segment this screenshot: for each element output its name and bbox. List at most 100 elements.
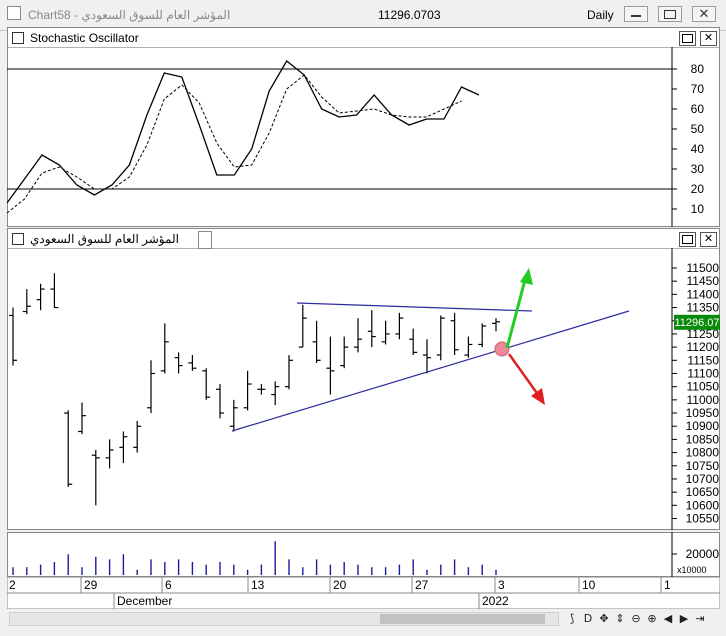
zoom-out-icon[interactable]: ⊖ (629, 611, 643, 627)
time-tick-label: 2 (9, 578, 16, 592)
zoom-in-icon[interactable]: ⊕ (645, 611, 659, 627)
price-bar (326, 336, 335, 395)
price-pane-header: المؤشر العام للسوق السعودي ✕ (8, 229, 719, 249)
left-icon[interactable]: ◀ (661, 611, 675, 627)
price-tick-label: 10700 (686, 472, 720, 486)
stochastic-tick-label: 20 (691, 182, 705, 196)
minimize-button[interactable] (624, 6, 648, 22)
price-tick-label: 11050 (687, 380, 720, 394)
window-title: Chart58 - المؤشر العام للسوق السعودي (28, 8, 231, 22)
stochastic-k-line (7, 60, 480, 204)
price-bar (91, 449, 100, 506)
bottom-toolbar: ⟆ D ✥ ⇕ ⊖ ⊕ ◀ ▶ ⇥ (7, 609, 720, 629)
stochastic-title: Stochastic Oscillator (30, 31, 139, 45)
stochastic-tick-label: 30 (691, 162, 705, 176)
volume-multiplier-label: x10000 (677, 565, 707, 575)
stochastic-d-line (7, 74, 462, 214)
price-tick-label: 10550 (686, 512, 720, 526)
stochastic-tick-label: 50 (691, 122, 705, 136)
toolbar-icons: ⟆ D ✥ ⇕ ⊖ ⊕ ◀ ▶ ⇥ (565, 611, 720, 627)
price-bar (105, 439, 114, 469)
d-icon[interactable]: D (581, 611, 595, 627)
price-tick-label: 11000 (687, 393, 720, 407)
price-bar (285, 355, 293, 390)
price-tick-label: 10850 (686, 432, 720, 446)
month-label: 2022 (482, 594, 509, 608)
up-arrow-head (520, 268, 533, 285)
restore-button[interactable] (658, 6, 682, 22)
price-bar (423, 339, 431, 374)
stochastic-tick-label: 10 (691, 202, 705, 216)
pane-close-button[interactable]: ✕ (700, 232, 717, 247)
price-bar (22, 289, 31, 315)
price-bar (64, 410, 73, 487)
time-tick-label: 10 (582, 578, 596, 592)
stochastic-tick-label: 70 (691, 82, 705, 96)
horizontal-scrollbar[interactable] (9, 612, 559, 626)
pane-icon (12, 32, 24, 44)
price-bar (174, 352, 183, 374)
price-bar (243, 370, 252, 411)
price-tick-label: 10950 (686, 406, 720, 420)
time-tick-label: 27 (415, 578, 429, 592)
price-tick-label: 10650 (686, 485, 720, 499)
price-bar (36, 283, 45, 311)
time-tick-label: 3 (498, 578, 505, 592)
right-icon[interactable]: ▶ (677, 611, 691, 627)
price-tick-label: 11100 (687, 366, 719, 380)
down-arrow-head (531, 388, 545, 405)
price-bar (9, 307, 17, 366)
last-value: 11296.0703 (378, 8, 441, 22)
time-tick-label: 6 (165, 578, 172, 592)
price-bar (147, 360, 155, 414)
pane-icon (12, 233, 24, 245)
price-bar (478, 323, 487, 348)
price-bar (464, 336, 473, 358)
price-bar (450, 312, 459, 356)
price-tick-label: 11350 (687, 301, 720, 315)
pane-selector[interactable] (198, 231, 212, 249)
price-bar (119, 431, 128, 464)
price-bar (436, 315, 445, 361)
price-tick-label: 10900 (686, 419, 720, 433)
price-bar (340, 336, 349, 369)
price-chart: 1150011450114001135011300112501120011150… (9, 248, 720, 530)
time-tick-label: 1 (664, 578, 671, 592)
up-arrow-line (505, 275, 528, 349)
time-axis: 2 29 6 13 20 27 3 10 1 December 2022 (7, 577, 720, 609)
down-arrow-line (507, 353, 541, 397)
app-icon (7, 6, 21, 20)
volume-tick-label: 20000 (686, 547, 720, 561)
price-bar (50, 273, 59, 309)
time-tick-label: 13 (251, 578, 265, 592)
pane-maximize-button[interactable] (679, 31, 696, 46)
scrollbar-thumb[interactable] (380, 614, 545, 624)
price-bar (229, 399, 238, 432)
support-trend-line (231, 310, 630, 432)
resistance-trend-line (296, 302, 533, 312)
pane-close-button[interactable]: ✕ (700, 31, 717, 46)
price-tick-label: 11450 (687, 274, 720, 288)
stochastic-chart: 80 70 60 50 40 30 20 10 (7, 47, 705, 227)
price-bar (202, 368, 211, 400)
cursor-icon[interactable]: ⟆ (565, 611, 579, 627)
price-bar (354, 318, 362, 353)
stochastic-tick-label: 60 (691, 102, 705, 116)
move-icon[interactable]: ✥ (597, 611, 611, 627)
price-bar (312, 320, 321, 363)
price-bar (367, 310, 376, 348)
period-label: Daily (587, 8, 614, 22)
price-tick-label: 11500 (687, 261, 720, 275)
price-bar (298, 304, 307, 348)
stochastic-pane-header: Stochastic Oscillator ✕ (8, 28, 719, 48)
scroll-icon[interactable]: ⇕ (613, 611, 627, 627)
price-tick-label: 11150 (687, 353, 719, 367)
pane-maximize-button[interactable] (679, 232, 696, 247)
price-tick-label: 10600 (686, 498, 720, 512)
price-title: المؤشر العام للسوق السعودي (30, 232, 179, 246)
end-icon[interactable]: ⇥ (693, 611, 707, 627)
price-tick-label: 11400 (687, 287, 720, 301)
price-tick-label: 10800 (686, 446, 720, 460)
price-tick-label: 11200 (687, 340, 720, 354)
close-button[interactable]: ✕ (692, 6, 716, 22)
